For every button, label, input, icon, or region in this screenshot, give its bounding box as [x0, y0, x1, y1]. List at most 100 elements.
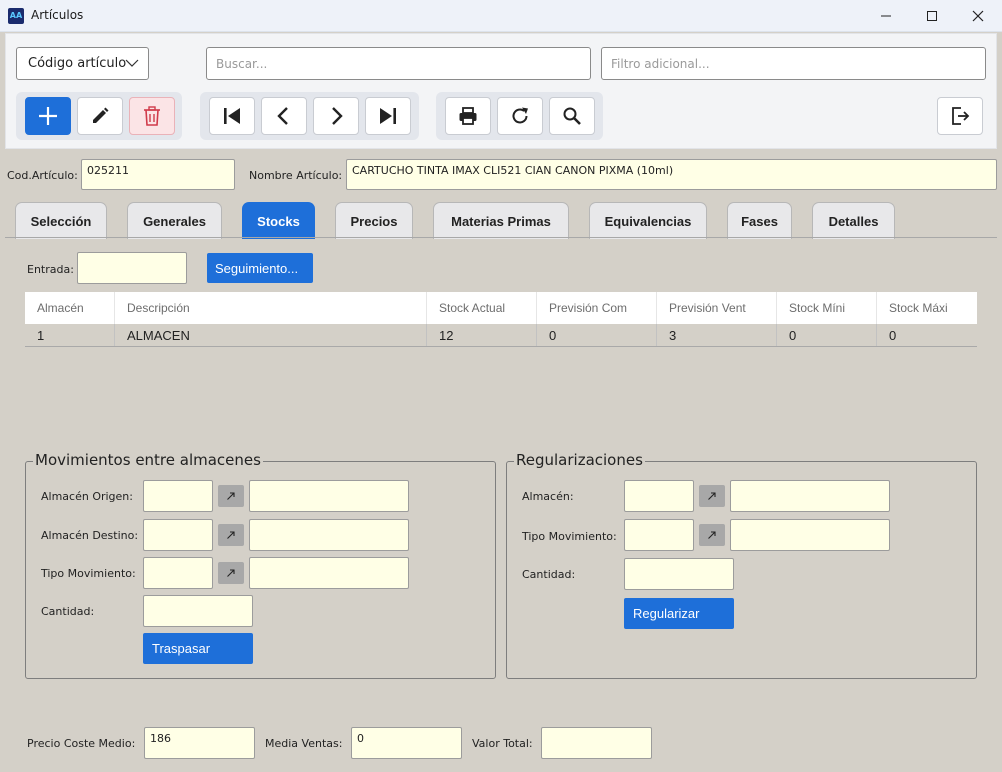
regularizacion-tipo-name-field[interactable] [730, 519, 890, 551]
regularizaciones-title: Regularizaciones [514, 451, 645, 469]
search-icon [563, 107, 581, 125]
tab-precios[interactable]: Precios [335, 202, 413, 239]
tab-divider [5, 237, 997, 238]
tipo-movimiento-code-field[interactable] [143, 557, 213, 589]
table-cell: 0 [776, 324, 876, 346]
exit-button[interactable] [937, 97, 983, 135]
cantidad-label: Cantidad: [41, 605, 95, 618]
exit-icon [952, 107, 970, 125]
regularizar-button[interactable]: Regularizar [624, 598, 734, 629]
table-cell: 0 [536, 324, 656, 346]
entrada-field[interactable] [77, 252, 187, 284]
column-header[interactable]: Descripción [114, 292, 426, 324]
seguimiento-button[interactable]: Seguimiento... [207, 253, 313, 283]
grid-header: Almacén Descripción Stock Actual Previsi… [25, 292, 977, 324]
almacen-destino-name-field[interactable] [249, 519, 409, 551]
next-record-button[interactable] [313, 97, 359, 135]
maximize-icon [927, 11, 937, 21]
nombre-articulo-field[interactable]: CARTUCHO TINTA IMAX CLI521 CIAN CANON PI… [346, 159, 997, 190]
almacen-origen-name-field[interactable] [249, 480, 409, 512]
search-input[interactable] [207, 48, 590, 79]
close-icon [972, 10, 984, 22]
table-cell: ALMACEN [114, 324, 426, 346]
maximize-button[interactable] [909, 0, 955, 32]
tab-stocks[interactable]: Stocks [242, 202, 315, 239]
column-header[interactable]: Almacén [25, 292, 114, 324]
media-ventas-label: Media Ventas: [265, 737, 343, 750]
table-row[interactable]: 1 ALMACEN 12 0 3 0 0 [25, 324, 977, 347]
minimize-button[interactable] [863, 0, 909, 32]
print-button[interactable] [445, 97, 491, 135]
previous-record-button[interactable] [261, 97, 307, 135]
precio-coste-medio-label: Precio Coste Medio: [27, 737, 136, 750]
nombre-articulo-label: Nombre Artículo: [249, 169, 343, 182]
tab-fases[interactable]: Fases [727, 202, 792, 239]
printer-icon [459, 107, 477, 125]
filter-box[interactable] [601, 47, 986, 80]
tab-generales[interactable]: Generales [127, 202, 222, 239]
valor-total-label: Valor Total: [472, 737, 533, 750]
stock-grid: Almacén Descripción Stock Actual Previsi… [25, 292, 977, 347]
regularizacion-tipo-code-field[interactable] [624, 519, 694, 551]
almacen-lookup-button[interactable] [699, 485, 725, 507]
title-bar: AA Artículos [0, 0, 1002, 32]
close-button[interactable] [955, 0, 1001, 32]
tipo-movimiento-name-field[interactable] [249, 557, 409, 589]
movimientos-title: Movimientos entre almacenes [33, 451, 263, 469]
search-box[interactable] [206, 47, 591, 80]
media-ventas-field[interactable]: 0 [351, 727, 462, 759]
tab-materias-primas[interactable]: Materias Primas [433, 202, 569, 239]
column-header[interactable]: Previsión Com [536, 292, 656, 324]
almacen-label: Almacén: [522, 490, 574, 503]
refresh-button[interactable] [497, 97, 543, 135]
arrow-up-right-icon [708, 492, 716, 500]
table-cell: 3 [656, 324, 776, 346]
cod-articulo-field[interactable]: 025211 [81, 159, 235, 190]
search-type-dropdown[interactable]: Código artículo [16, 47, 149, 80]
valor-total-field[interactable] [541, 727, 652, 759]
delete-button[interactable] [129, 97, 175, 135]
minimize-icon [881, 15, 891, 17]
tab-seleccion[interactable]: Selección [15, 202, 107, 239]
arrow-up-right-icon [227, 531, 235, 539]
column-header[interactable]: Stock Actual [426, 292, 536, 324]
search-button[interactable] [549, 97, 595, 135]
refresh-icon [512, 107, 528, 124]
window-title: Artículos [31, 8, 84, 22]
precio-coste-medio-field[interactable]: 186 [144, 727, 255, 759]
regularizacion-tipo-label: Tipo Movimiento: [522, 530, 617, 543]
almacen-name-field[interactable] [730, 480, 890, 512]
search-type-label: Código artículo [28, 56, 127, 71]
add-button[interactable] [25, 97, 71, 135]
column-header[interactable]: Previsión Vent [656, 292, 776, 324]
column-header[interactable]: Stock Míni [776, 292, 876, 324]
cod-articulo-label: Cod.Artículo: [7, 169, 78, 182]
almacen-destino-label: Almacén Destino: [41, 529, 139, 542]
skip-first-icon [224, 108, 240, 124]
tab-detalles[interactable]: Detalles [812, 202, 895, 239]
first-record-button[interactable] [209, 97, 255, 135]
almacen-origen-code-field[interactable] [143, 480, 213, 512]
tipo-movimiento-lookup-button[interactable] [218, 562, 244, 584]
almacen-code-field[interactable] [624, 480, 694, 512]
column-header[interactable]: Stock Máxi [876, 292, 977, 324]
cantidad-field[interactable] [143, 595, 253, 627]
almacen-destino-code-field[interactable] [143, 519, 213, 551]
table-cell: 1 [37, 327, 45, 343]
tab-equivalencias[interactable]: Equivalencias [589, 202, 707, 239]
chevron-left-icon [277, 107, 288, 125]
regularizacion-cantidad-field[interactable] [624, 558, 734, 590]
traspasar-button[interactable]: Traspasar [143, 633, 253, 664]
edit-button[interactable] [77, 97, 123, 135]
last-record-button[interactable] [365, 97, 411, 135]
chevron-down-icon [125, 59, 139, 67]
app-logo-icon: AA [8, 8, 24, 24]
chevron-right-icon [332, 107, 343, 125]
regularizacion-tipo-lookup-button[interactable] [699, 524, 725, 546]
almacen-origen-lookup-button[interactable] [218, 485, 244, 507]
arrow-up-right-icon [227, 492, 235, 500]
filter-input[interactable] [602, 48, 985, 79]
regularizacion-cantidad-label: Cantidad: [522, 568, 576, 581]
almacen-destino-lookup-button[interactable] [218, 524, 244, 546]
table-cell: 0 [876, 324, 977, 346]
